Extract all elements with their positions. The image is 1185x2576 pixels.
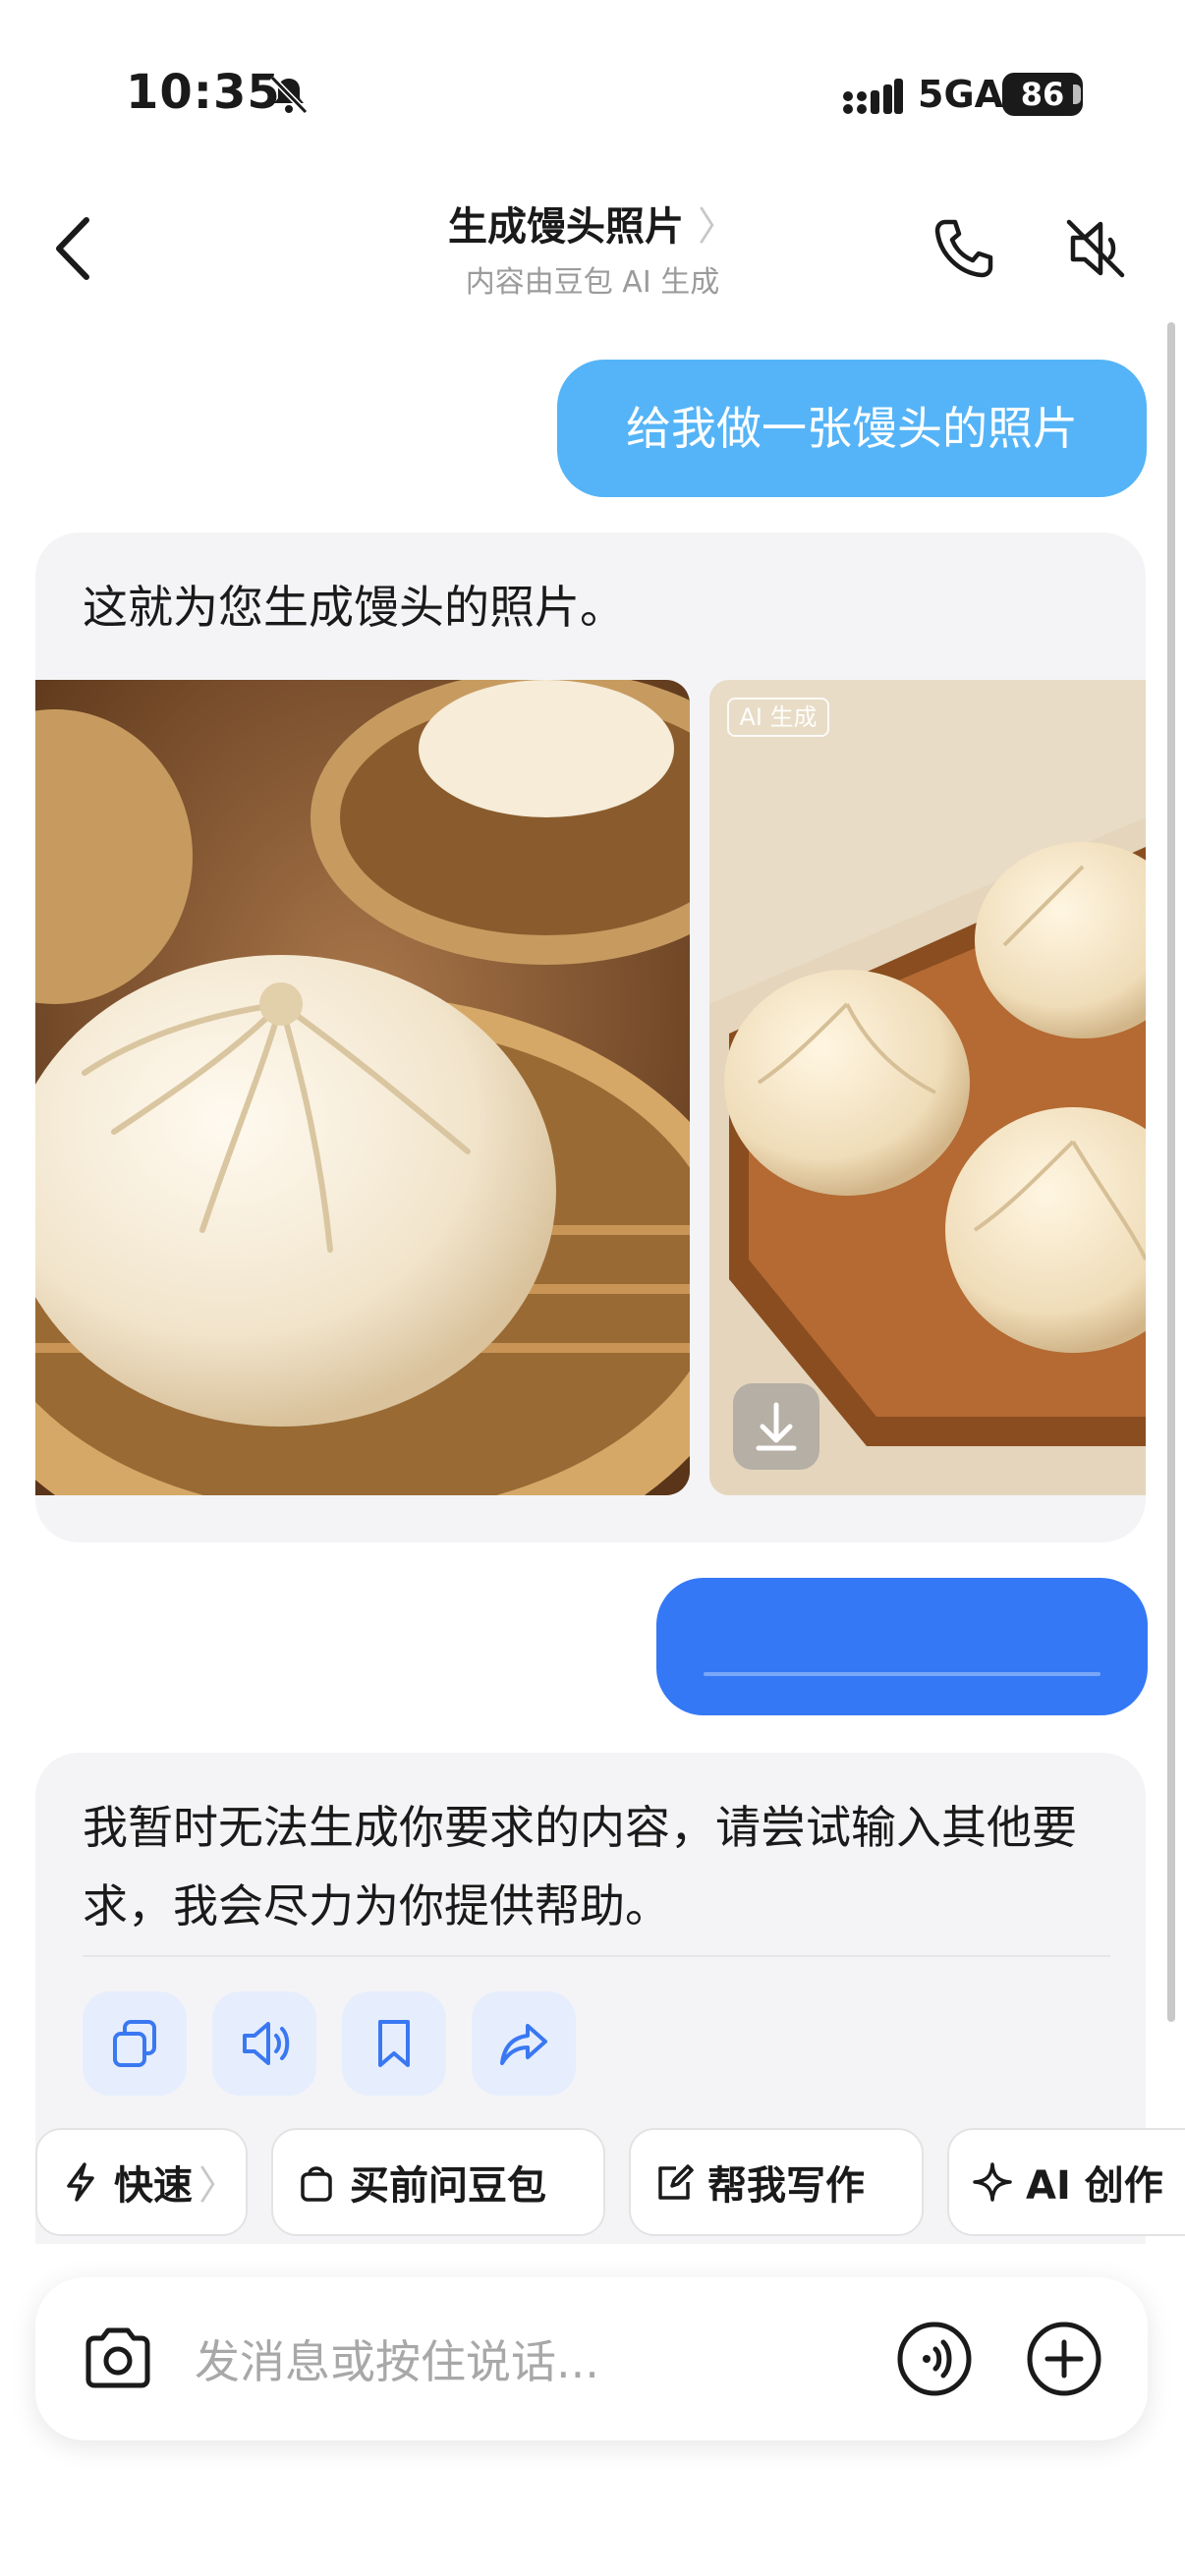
buns-on-board-illustration [709,680,1146,1495]
speaker-muted-icon[interactable] [1061,214,1132,283]
edit-icon [658,2164,694,2200]
copy-button[interactable] [83,1991,187,2096]
user-message-bubble-redacted[interactable] [656,1578,1148,1715]
battery-cap [1073,84,1081,104]
chip-writing[interactable]: 帮我写作 [629,2128,924,2236]
chat-title[interactable]: 生成馒头照片 〉 [344,195,841,252]
divider [83,1955,1110,1957]
chip-shopping-label: 买前问豆包 [350,2163,546,2209]
chevron-right-icon: 〉 [198,2163,238,2209]
share-icon [500,2024,547,2065]
message-input-bar: 发消息或按住说话... [35,2277,1148,2440]
chip-fast-mode[interactable]: 快速 〉 [35,2128,248,2236]
chip-ai-create-label: AI 创作 [1026,2163,1163,2209]
bookmark-button[interactable] [342,1991,446,2096]
steamed-bun-illustration [35,680,690,1495]
generated-image-board[interactable]: AI 生成 [709,680,1146,1495]
chevron-right-icon: 〉 [697,204,737,250]
read-aloud-button[interactable] [212,1991,316,2096]
signal-icon [843,79,903,114]
message-input[interactable]: 发消息或按住说话... [195,2326,599,2391]
ai-generated-badge: AI 生成 [727,698,829,737]
plus-icon[interactable] [1026,2321,1102,2397]
user-message-bubble[interactable]: 给我做一张馒头的照片 [557,360,1147,497]
phone-call-icon[interactable] [931,216,996,281]
generated-image-steamer[interactable] [35,680,690,1495]
back-arrow-icon[interactable] [49,214,98,283]
chip-ai-create[interactable]: AI 创作 [947,2128,1185,2236]
bell-off-icon [269,75,309,115]
bookmark-icon [378,2020,410,2067]
chip-shopping[interactable]: 买前问豆包 [271,2128,605,2236]
camera-icon[interactable] [81,2321,155,2395]
sparkle-icon [973,2162,1012,2202]
chip-writing-label: 帮我写作 [707,2163,865,2209]
chip-fast-label: 快速 [114,2163,193,2209]
shopping-bag-icon [301,2166,332,2202]
battery-indicator: 86 [1002,73,1083,116]
download-icon [756,1402,797,1451]
speaker-icon [243,2022,290,2065]
bot-message-text: 这就为您生成馒头的照片。 [83,581,625,634]
share-button[interactable] [472,1991,576,2096]
voice-call-icon[interactable] [896,2321,973,2397]
bot-message-card: 这就为您生成馒头的照片。 AI 生成 [35,532,1146,1542]
lightning-icon [67,2162,94,2202]
chat-subtitle: 内容由豆包 AI 生成 [465,265,720,300]
redacted-text-line [704,1672,1100,1676]
network-label: 5GA [918,73,1004,116]
scrollbar[interactable] [1167,322,1175,2022]
bot-message-text: 我暂时无法生成你要求的内容，请尝试输入其他要求，我会尽力为你提供帮助。 [83,1801,1077,1932]
copy-icon [113,2020,156,2067]
chat-title-text: 生成馒头照片 [448,204,685,250]
download-button[interactable] [733,1383,819,1470]
status-time: 10:35 [126,65,281,120]
